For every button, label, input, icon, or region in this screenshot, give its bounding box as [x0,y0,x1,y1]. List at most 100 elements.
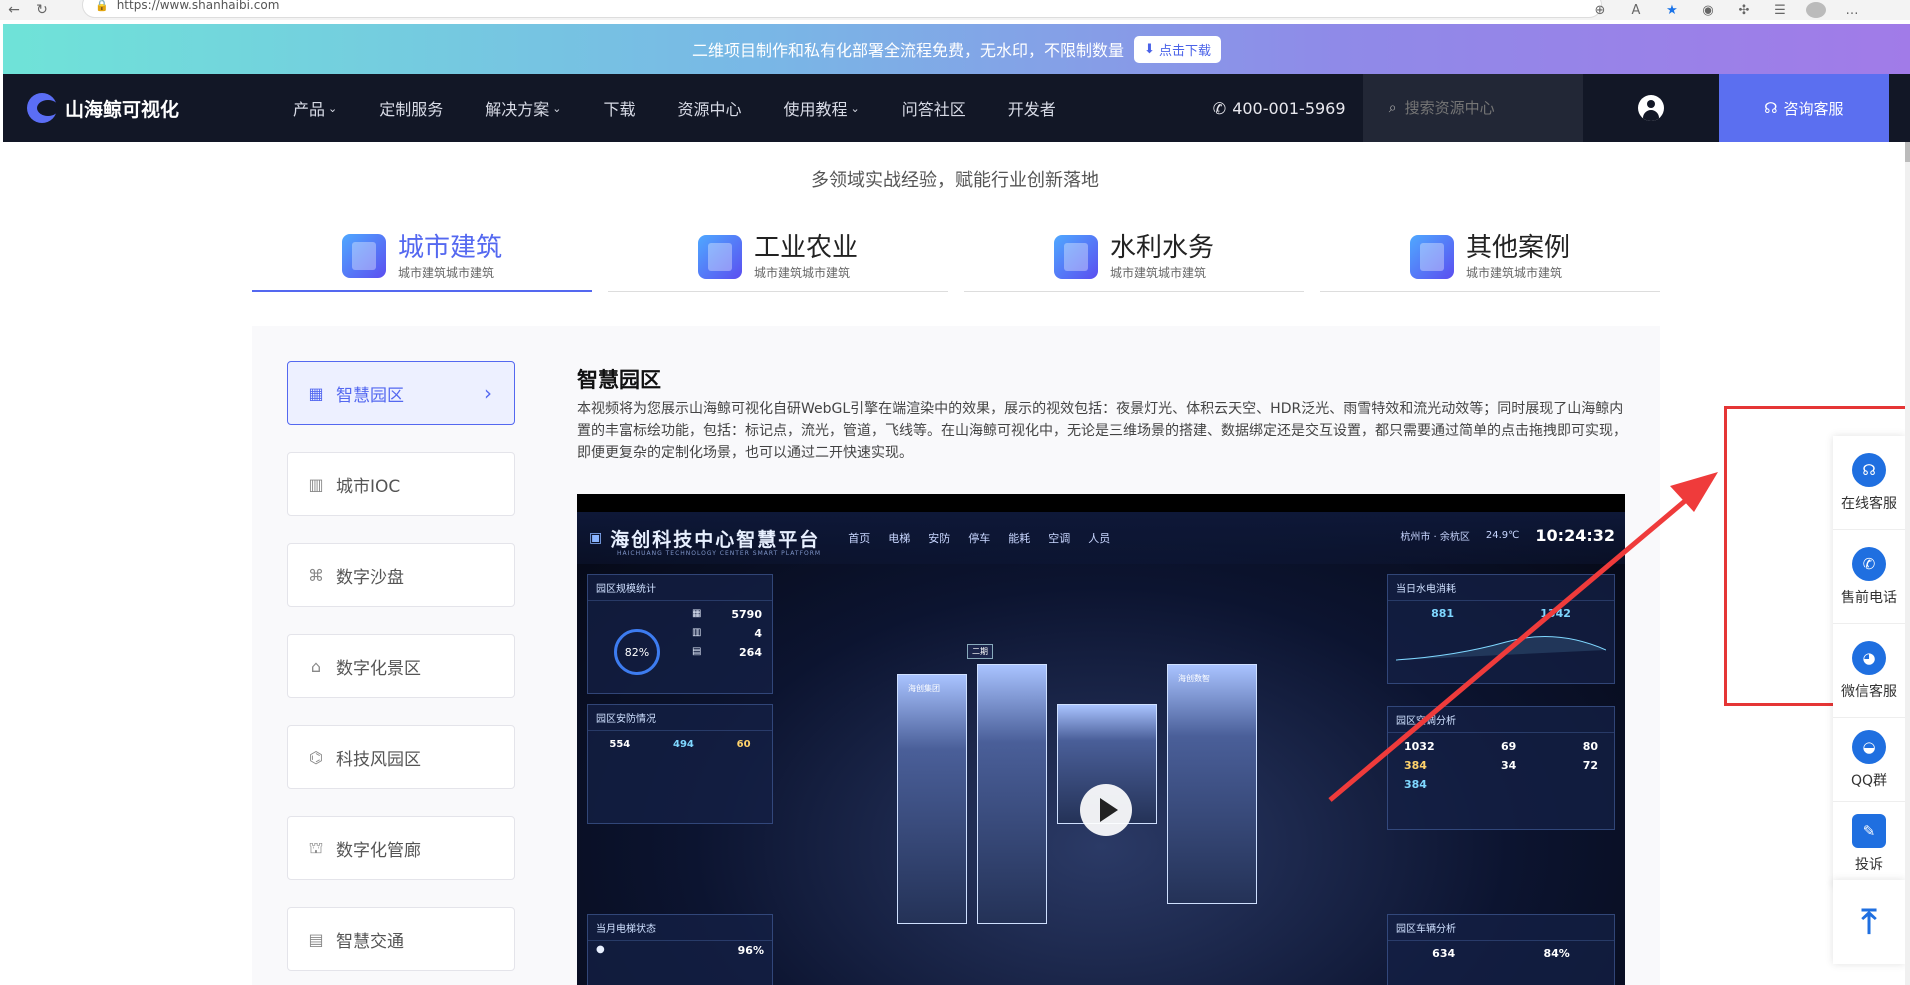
nav-item-solutions[interactable]: 解决方案 ⌄ [464,96,582,120]
user-avatar-icon [1637,95,1664,121]
panel-security: 园区安防情况 554 494 60 [587,704,773,824]
dashboard-time: 10:24:32 [1535,526,1615,545]
nav-item-custom-service[interactable]: 定制服务 [358,96,464,120]
phone-icon: ✆ [1212,98,1227,118]
float-item-label: 微信客服 [1841,683,1897,700]
url-text: https://www.shanhaibi.com [116,0,280,12]
nav-item-developer[interactable]: 开发者 [987,96,1077,120]
lock-icon: 🔒 [95,0,109,12]
sidebar-item-pipe-gallery[interactable]: ⛫ 数字化管廊 [287,816,515,880]
stat-cameras: 554 [609,739,631,750]
profile-avatar[interactable] [1806,2,1826,18]
download-button-label: 点击下载 [1158,43,1211,59]
nav-item-product[interactable]: 产品 ⌄ [272,96,358,120]
search-box[interactable]: ⌕ [1362,74,1583,142]
chevron-down-icon: ⌄ [328,101,338,115]
sidebar-item-digital-sandbox[interactable]: ⌘ 数字沙盘 [287,543,515,607]
stat-offices: ▤ 264 [692,646,762,659]
sidebar-item-label: 城市IOC [336,476,401,497]
stat-water: 881 [1431,607,1455,620]
video-player[interactable]: ▣ 海创科技中心智慧平台 HAICHUANG TECHNOLOGY CENTER… [577,494,1625,985]
case-panel: ▦ 智慧园区 › ▥ 城市IOC ⌘ 数字沙盘 ⌂ 数字化景区 ⌬ 科技风园区 … [252,326,1660,985]
sidebar-item-digital-scenic[interactable]: ⌂ 数字化景区 [287,634,515,698]
nav-item-label: 产品 [293,100,326,119]
complaint-button[interactable]: ✎ 投诉 [1833,802,1905,886]
user-menu[interactable] [1583,74,1719,142]
logo[interactable]: 山海鲸可视化 [27,93,272,123]
sidebar-item-city-ioc[interactable]: ▥ 城市IOC [287,452,515,516]
zoom-icon[interactable]: ⊕ [1590,3,1610,18]
favorite-star-icon[interactable]: ★ [1662,3,1682,18]
float-item-label: QQ群 [1850,772,1888,789]
panel-parking: 园区车辆分析 634 84% [1387,914,1615,985]
qq-group-button[interactable]: ◒ QQ群 [1833,718,1905,802]
stat-parking-rate: 84% [1543,947,1570,960]
scrollbar-thumb[interactable] [1905,142,1910,162]
panel-elevator: 当月电梯状态 ● 96% [587,914,773,985]
address-bar[interactable]: 🔒 https://www.shanhaibi.com [82,0,1602,18]
dashboard-menu-item: 人员 [1088,532,1111,545]
sidebar-item-smart-park[interactable]: ▦ 智慧园区 › [287,361,515,425]
sidebar-item-smart-traffic[interactable]: ▤ 智慧交通 [287,907,515,971]
nav-item-community[interactable]: 问答社区 [881,96,987,120]
extension-icon[interactable]: ◉ [1698,3,1718,18]
tab-title: 工业农业 [753,233,858,263]
stat-aircon-on: 384 [1404,759,1427,772]
browser-toolbar: ← ↻ 🔒 https://www.shanhaibi.com ⊕ A ★ ◉ … [0,0,1910,20]
city-building-icon [341,234,386,278]
presale-phone-button[interactable]: ✆ 售前电话 [1833,530,1905,624]
reload-icon[interactable]: ↻ [28,0,56,20]
nav-item-tutorials[interactable]: 使用教程 ⌄ [763,96,881,120]
read-aloud-icon[interactable]: A [1626,3,1646,18]
play-button[interactable] [1080,784,1132,836]
dashboard-location: 杭州市 · 余杭区 [1400,532,1470,543]
scrollbar-track[interactable] [1905,142,1910,985]
factory-icon [697,234,742,279]
panel-title: 当月电梯状态 [588,915,772,941]
float-item-label: 投诉 [1855,856,1883,873]
consult-button[interactable]: ☊ 咨询客服 [1718,74,1889,142]
tab-other-cases[interactable]: 其他案例 城市建筑城市建筑 [1320,222,1660,292]
floating-contact-bar: ☊ 在线客服 ✆ 售前电话 ◕ 微信客服 ◒ QQ群 ✎ 投诉 [1833,436,1905,886]
tab-city-building[interactable]: 城市建筑 城市建筑城市建筑 [252,222,592,292]
nav-menu: 产品 ⌄ 定制服务 解决方案 ⌄ 下载 资源中心 使用教程 ⌄ 问答社区 开发者 [272,96,1077,120]
nav-item-label: 开发者 [1007,100,1056,119]
search-input[interactable] [1404,99,1565,117]
browser-actions: ⊕ A ★ ◉ ✣ ☰ … [1590,0,1862,20]
panel-title: 园区规模统计 [588,575,772,601]
float-item-label: 在线客服 [1841,495,1897,512]
puzzle-icon[interactable]: ✣ [1734,3,1754,18]
dashboard-menu-item: 安防 [928,532,951,545]
tab-water-affairs[interactable]: 水利水务 城市建筑城市建筑 [964,222,1304,292]
panel-park-stats: 园区规模统计 82% ▦ 5790 ▥ 4 ▤ 264 [587,574,773,694]
gauge-value: 82 [624,645,639,659]
section-subtitle: 多领域实战经验，赋能行业创新落地 [811,170,1099,191]
back-icon[interactable]: ← [0,0,28,20]
stat-aircon-total: 1032 [1404,740,1435,753]
nav-item-download[interactable]: 下载 [582,96,656,120]
more-menu-icon[interactable]: … [1842,3,1862,18]
download-button[interactable]: ⬇ 点击下载 [1134,35,1221,63]
stat-buildings: ▥ 4 [692,627,762,640]
category-tabs: 城市建筑 城市建筑城市建筑 工业农业 城市建筑城市建筑 水利水务 城市建筑城市建筑 其… [252,222,1660,292]
tab-industry-agriculture[interactable]: 工业农业 城市建筑城市建筑 [608,222,948,292]
nav-item-label: 下载 [603,100,636,119]
phone-number[interactable]: ✆ 400-001-5969 [1213,99,1363,118]
stat-fixed: 494 [673,739,694,750]
back-to-top-button[interactable]: ⤒ [1833,880,1905,964]
collections-icon[interactable]: ☰ [1770,3,1790,18]
office-building-icon: ▥ [308,474,324,494]
sidebar-item-tech-park[interactable]: ⌬ 科技风园区 [287,725,515,789]
stat-parking-total: 634 [1432,947,1456,960]
online-service-button[interactable]: ☊ 在线客服 [1833,436,1905,530]
sidebar-item-label: 数字化景区 [336,658,421,679]
nav-item-label: 问答社区 [901,100,966,119]
stat-aircon-off: 384 [1404,778,1427,791]
search-icon: ⌕ [1388,100,1397,116]
stat-alarms: 60 [736,739,751,750]
sidebar-item-label: 智慧交通 [336,931,404,952]
panel-title: 园区车辆分析 [1388,915,1614,941]
nav-item-label: 解决方案 [485,100,550,119]
nav-item-resources[interactable]: 资源中心 [657,96,763,120]
wechat-service-button[interactable]: ◕ 微信客服 [1833,624,1905,718]
